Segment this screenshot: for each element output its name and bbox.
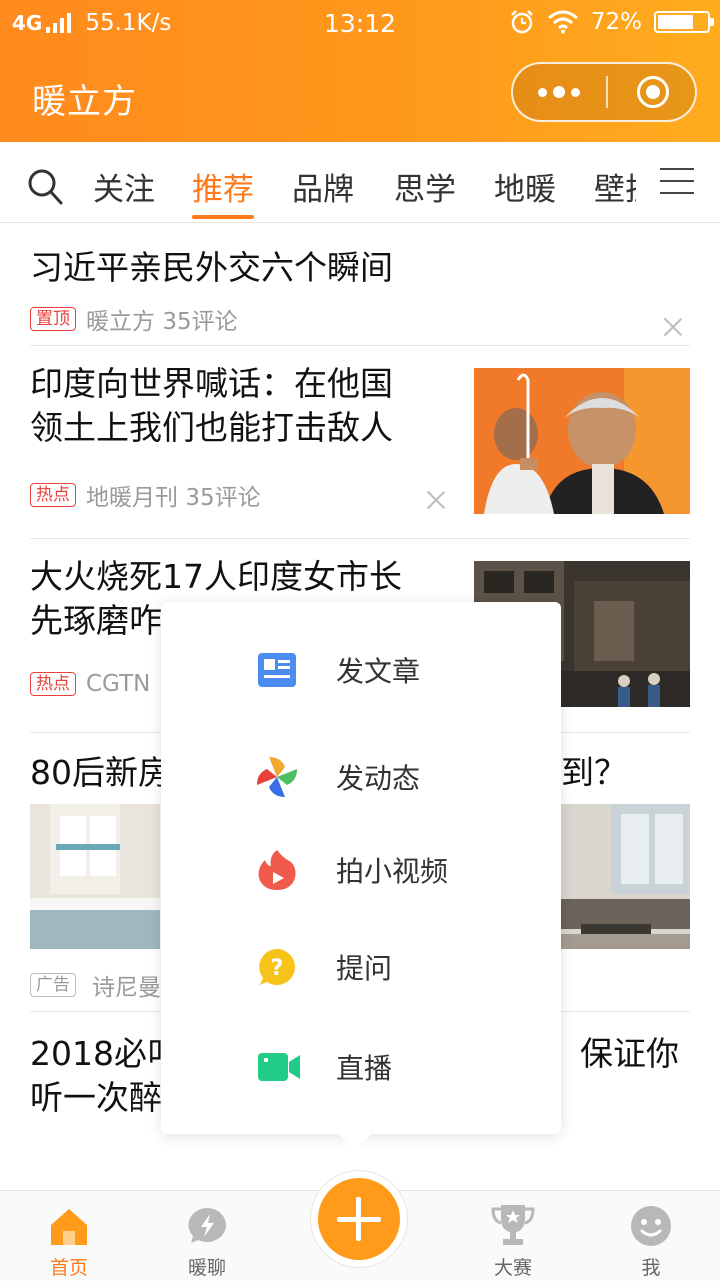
trophy-icon	[491, 1205, 535, 1245]
top-bar: 4G 55.1K/s 13:12 72% 暖立方	[0, 0, 720, 142]
tab-follow[interactable]: 关注	[93, 164, 155, 209]
flame-video-icon	[258, 850, 296, 890]
feed-item-title[interactable]: 印度向世界喊话：在他国 领土上我们也能打击敌人	[30, 362, 393, 450]
option-label: 直播	[336, 1052, 393, 1085]
record-video-option[interactable]: 拍小视频	[161, 830, 561, 910]
news-thumbnail[interactable]	[474, 368, 690, 514]
publish-popup-menu: 发文章 发动态 拍小视频 ? 提问 直播	[161, 602, 561, 1150]
live-camera-icon	[258, 1053, 300, 1081]
publish-moment-option[interactable]: 发动态	[161, 737, 561, 817]
miniprogram-capsule	[511, 62, 697, 122]
nav-label: 暖聊	[187, 1257, 226, 1279]
feed-item-source: CGTN	[86, 671, 151, 697]
app-title: 暖立方	[32, 82, 137, 122]
pinwheel-icon	[257, 757, 297, 797]
search-icon[interactable]	[27, 168, 63, 206]
ask-question-option[interactable]: ? 提问	[161, 927, 561, 1007]
tab-study[interactable]: 思学	[394, 164, 456, 209]
tab-wall-boiler[interactable]: 壁挂	[594, 164, 636, 204]
dismiss-icon[interactable]	[663, 317, 683, 337]
feed-item-title-line2[interactable]: 听一次醉	[30, 1076, 162, 1120]
tab-recommend[interactable]: 推荐	[192, 164, 254, 209]
chat-icon	[188, 1208, 226, 1243]
nav-label: 首页	[49, 1257, 88, 1279]
publish-plus-button[interactable]	[318, 1178, 400, 1260]
tab-brand[interactable]: 品牌	[292, 164, 354, 209]
active-tab-indicator	[192, 215, 254, 219]
feed-item-source: 诗尼曼	[92, 975, 161, 1001]
status-bar: 4G 55.1K/s 13:12 72%	[0, 0, 720, 48]
divider	[30, 538, 690, 539]
feed-item-source: 暖立方 35评论	[86, 309, 238, 335]
tab-floor-heating[interactable]: 地暖	[494, 164, 556, 209]
feed-item-title-end[interactable]: 到？	[561, 751, 627, 795]
ad-image-right[interactable]	[561, 804, 690, 949]
close-miniprogram-button[interactable]	[637, 76, 669, 108]
feed-item-title[interactable]: 80后新房	[30, 751, 171, 795]
option-label: 发动态	[336, 762, 421, 795]
ad-image-left[interactable]	[30, 804, 160, 949]
ad-badge: 广告	[30, 973, 76, 997]
feed-item-source: 地暖月刊 35评论	[86, 485, 261, 511]
category-tabs: 关注 推荐 品牌 思学 地暖 壁挂	[0, 142, 720, 223]
nav-contest[interactable]: 大赛	[468, 1191, 558, 1281]
pinned-badge: 置顶	[30, 307, 76, 331]
feed-item-title[interactable]: 2018必叫	[30, 1032, 180, 1076]
nav-chat[interactable]: 暖聊	[162, 1191, 252, 1281]
option-label: 提问	[336, 952, 393, 985]
svg-text:?: ?	[271, 956, 284, 981]
feed-item-title-end[interactable]: 保证你	[580, 1032, 679, 1076]
option-label: 拍小视频	[336, 855, 449, 888]
home-icon	[51, 1209, 87, 1245]
option-label: 发文章	[336, 655, 421, 688]
nav-me[interactable]: 我	[606, 1191, 696, 1281]
wifi-icon	[547, 10, 578, 34]
battery-icon	[654, 11, 714, 33]
nav-label: 我	[641, 1257, 661, 1279]
divider	[30, 345, 690, 346]
question-icon: ?	[259, 949, 295, 985]
article-icon	[258, 653, 296, 687]
feed-item-title[interactable]: 习近平亲民外交六个瞬间	[30, 246, 393, 290]
hot-badge: 热点	[30, 483, 76, 507]
nav-label: 大赛	[493, 1257, 532, 1279]
live-stream-option[interactable]: 直播	[161, 1027, 561, 1107]
nav-home[interactable]: 首页	[24, 1191, 114, 1281]
publish-article-option[interactable]: 发文章	[161, 630, 561, 710]
tab-menu-icon[interactable]	[660, 168, 694, 196]
battery-percent: 72%	[590, 9, 642, 35]
alarm-icon	[510, 10, 533, 34]
more-menu-button[interactable]	[513, 64, 605, 120]
smiley-icon	[631, 1206, 671, 1246]
dismiss-icon[interactable]	[426, 490, 446, 510]
hot-badge: 热点	[30, 672, 76, 696]
